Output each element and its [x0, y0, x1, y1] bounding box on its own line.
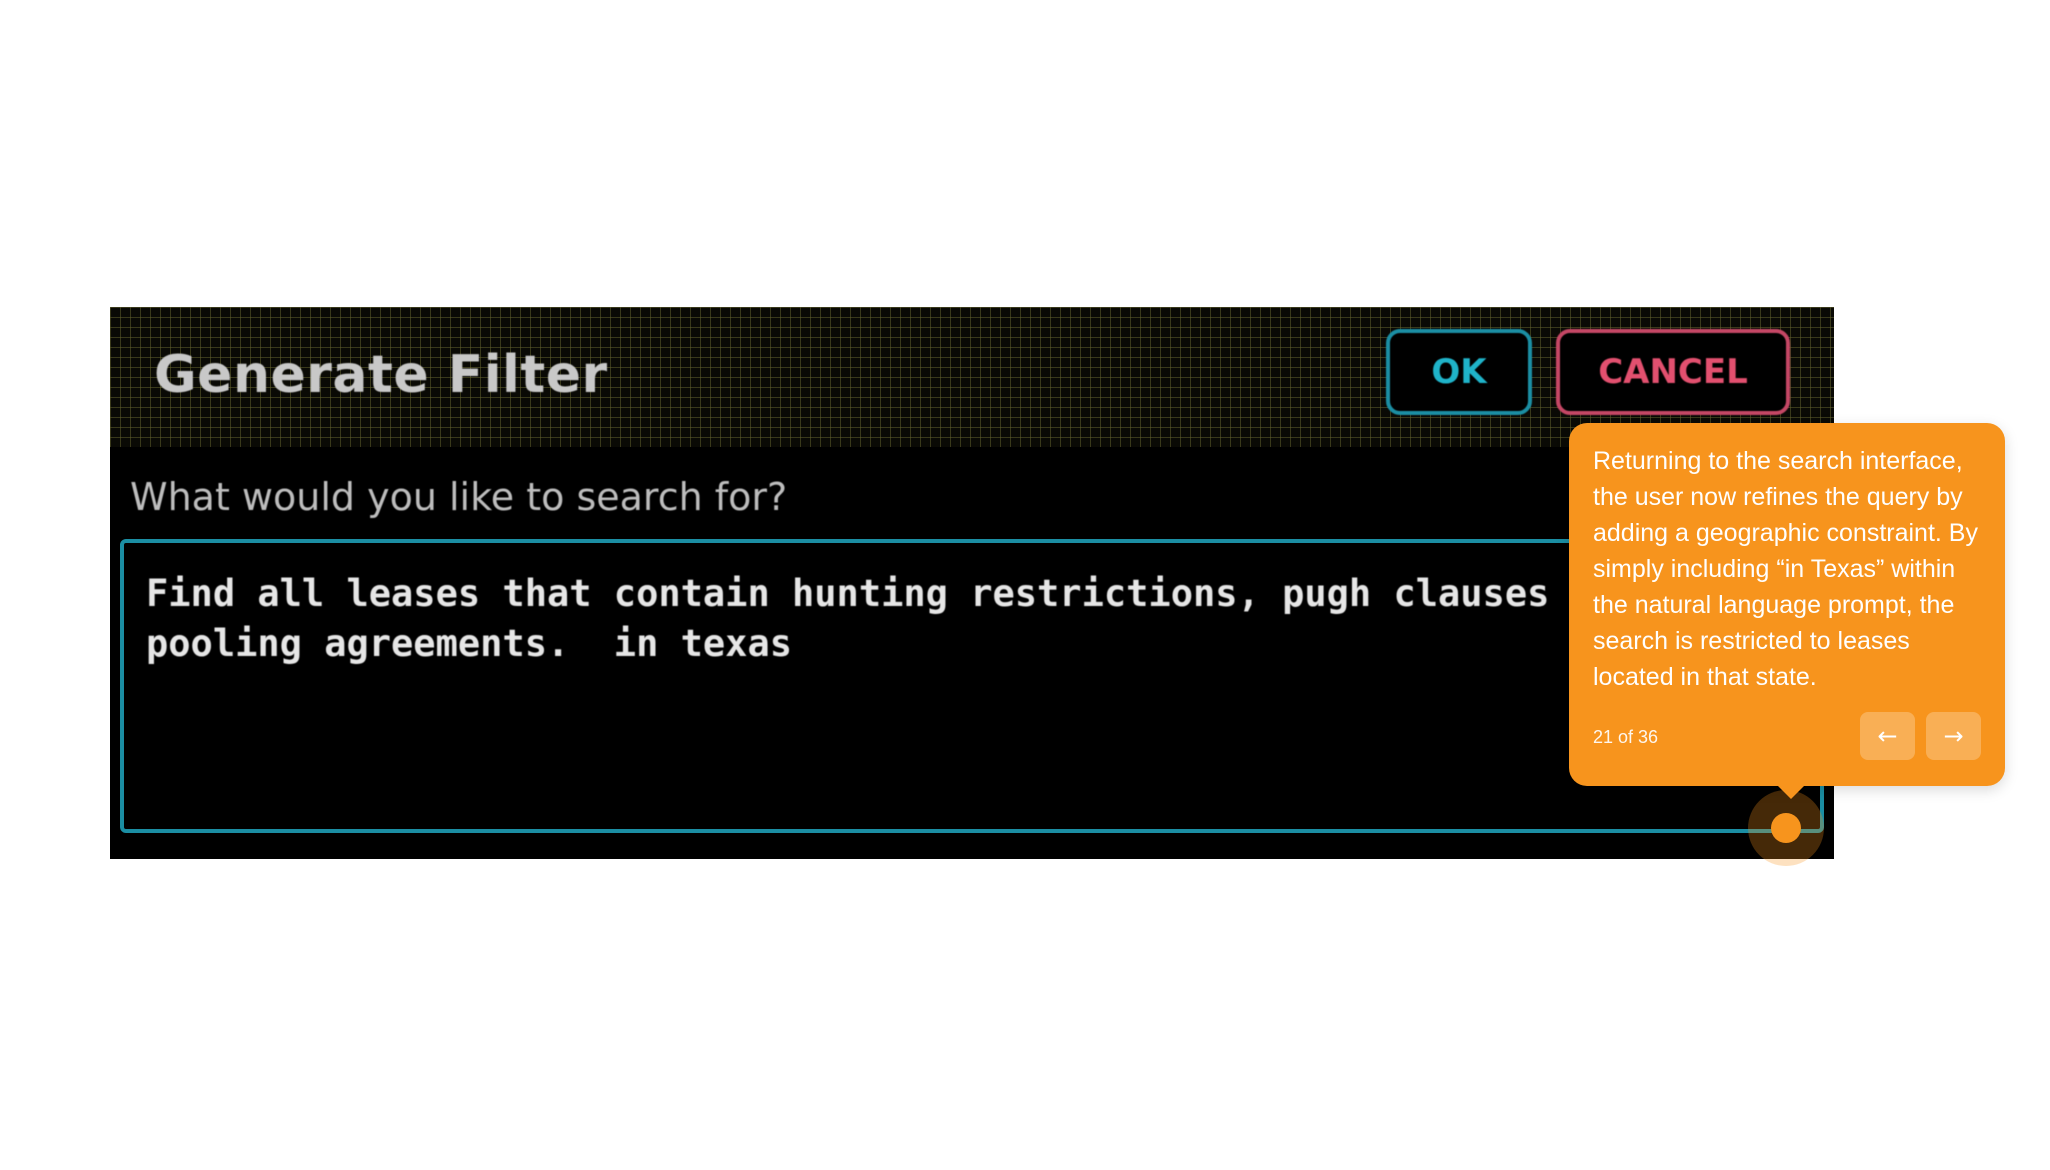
arrow-left-icon: ←	[1877, 722, 1898, 750]
cancel-button[interactable]: CANCEL	[1556, 329, 1790, 415]
arrow-right-icon: →	[1943, 722, 1964, 750]
hotspot-beacon[interactable]	[1748, 790, 1824, 866]
dialog-title: Generate Filter	[154, 345, 608, 405]
tooltip-text: Returning to the search interface, the u…	[1593, 447, 1978, 691]
ok-button[interactable]: OK	[1386, 329, 1532, 415]
guide-tooltip: Returning to the search interface, the u…	[1569, 423, 2005, 799]
tooltip-pointer	[1777, 785, 1805, 799]
step-counter: 21 of 36	[1593, 727, 1659, 747]
previous-step-button[interactable]: ←	[1860, 712, 1915, 760]
hotspot-dot[interactable]	[1771, 813, 1801, 843]
search-query-text[interactable]: Find all leases that contain hunting res…	[146, 569, 1666, 669]
search-prompt-label: What would you like to search for?	[130, 475, 788, 519]
next-step-button[interactable]: →	[1926, 712, 1981, 760]
